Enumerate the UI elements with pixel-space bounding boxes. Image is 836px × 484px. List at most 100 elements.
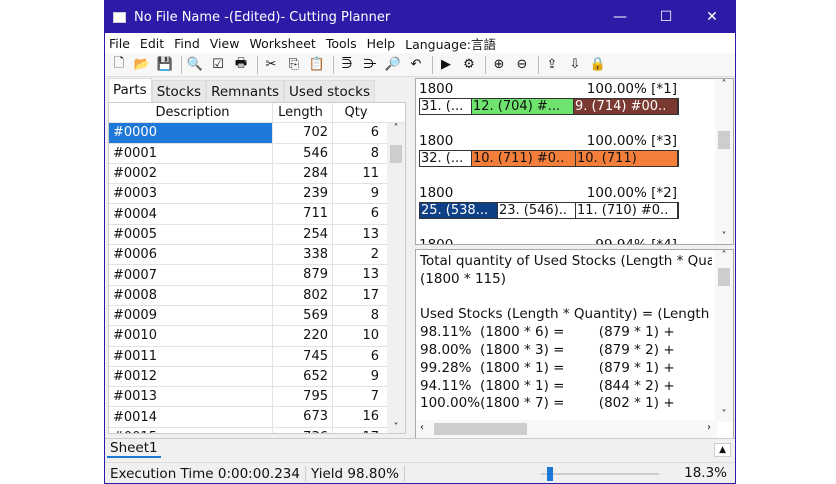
cut-icon[interactable]: ✂ [261,56,281,74]
cell-qty[interactable]: 17 [333,428,383,433]
cell-qty[interactable]: 6 [333,204,383,223]
cell-length[interactable]: 711 [273,204,333,224]
menu-view[interactable]: View [210,36,240,51]
cell-qty[interactable]: 13 [333,225,383,244]
cell-length[interactable]: 254 [273,224,333,245]
layout-block[interactable]: 1800 99.94% [*4] [419,237,719,244]
cell-length[interactable]: 745 [273,346,333,366]
table-row[interactable]: #0007 879 13 [109,265,405,286]
cell-qty[interactable]: 8 [333,144,383,163]
zoom-slider[interactable] [535,467,665,481]
minimize-button[interactable]: — [597,9,643,25]
cell-qty[interactable]: 8 [333,306,383,325]
layout-block[interactable]: 1800 100.00% [*3] 32. (... 10. (711) #0.. 10… [419,133,719,167]
cell-length[interactable]: 239 [273,184,333,204]
header-description[interactable]: Description [109,103,273,123]
bar-segment[interactable]: 32. (... [420,151,472,166]
table-row[interactable]: #0005 254 13 [109,224,405,246]
cell-qty[interactable]: 16 [333,407,383,426]
cell-description[interactable]: #0010 [109,326,273,346]
align-left-icon[interactable]: ⋽ [337,56,357,74]
sheet-tab[interactable]: Sheet1 [107,440,161,458]
cell-description[interactable]: #0001 [109,143,273,163]
bar-segment[interactable]: 25. (538... [420,203,498,218]
table-row[interactable]: #0010 220 10 [109,326,405,347]
check-icon[interactable]: ☑ [208,56,228,74]
report-hscrollbar[interactable]: ‹ › [416,420,717,438]
undo-icon[interactable]: ↶ [406,56,426,74]
import-icon[interactable]: ⇩ [565,56,585,74]
table-row[interactable]: #0012 652 9 [109,366,405,388]
menu-help[interactable]: Help [367,36,396,51]
table-row[interactable]: #0006 338 2 [109,245,405,266]
report-vscrollbar[interactable]: ˄ ˅ [715,250,733,422]
close-button[interactable]: ✕ [689,9,735,25]
find-icon[interactable]: 🔍 [185,56,205,74]
cell-qty[interactable]: 11 [333,164,383,183]
bar-segment[interactable]: 10. (711) [576,151,678,166]
parts-grid[interactable]: Description Length Qty #0000 702 6 #0001 546… [108,102,406,434]
cell-length[interactable]: 795 [273,387,333,407]
cell-length[interactable]: 569 [273,305,333,326]
cell-description[interactable]: #0004 [109,204,273,224]
bar-segment[interactable]: 11. (710) #0.. [576,203,678,218]
cell-qty[interactable]: 9 [333,184,383,203]
table-row[interactable]: #0013 795 7 [109,387,405,408]
table-row[interactable]: #0009 569 8 [109,305,405,327]
grid-scrollbar[interactable]: ˄ ˅ [387,123,405,433]
align-right-icon[interactable]: ⋺ [360,56,380,74]
layout-block[interactable]: 1800 100.00% [*2] 25. (538... 23. (546).. 11… [419,185,719,219]
table-row[interactable]: #0001 546 8 [109,143,405,164]
bar-segment[interactable]: 31. (... [420,99,472,114]
bar-segment[interactable]: 12. (704) #... [472,99,574,114]
export-icon[interactable]: ⇪ [542,56,562,74]
copy-icon[interactable]: ⎘ [284,56,304,74]
print-icon[interactable]: 🖶 [231,56,251,74]
cell-qty[interactable]: 6 [333,347,383,366]
lock-icon[interactable]: 🔒 [588,56,608,74]
bar-segment[interactable]: 23. (546).. [498,203,576,218]
scroll-up-button[interactable]: ▲ [714,443,731,457]
tab-parts[interactable]: Parts [108,78,152,102]
menu-worksheet[interactable]: Worksheet [249,36,315,51]
menu-find[interactable]: Find [174,36,200,51]
search-icon[interactable]: 🔎 [383,56,403,74]
tab-remnants[interactable]: Remnants [206,80,285,102]
cell-length[interactable]: 220 [273,326,333,346]
save-icon[interactable]: 💾 [155,56,175,74]
new-icon[interactable]: 🗋 [109,56,129,74]
cell-length[interactable]: 652 [273,366,333,387]
cell-description[interactable]: #0014 [109,407,273,427]
cell-length[interactable]: 802 [273,285,333,305]
bar-segment[interactable]: 10. (711) #0.. [472,151,576,166]
cell-length[interactable]: 702 [273,123,333,143]
table-row[interactable]: #0014 673 16 [109,407,405,428]
table-row[interactable]: #0004 711 6 [109,204,405,225]
cell-description[interactable]: #0009 [109,305,273,326]
menu-language[interactable]: Language:言語 [405,34,496,53]
layout-block[interactable]: 1800 100.00% [*1] 31. (... 12. (704) #... 9.… [419,81,719,115]
cell-qty[interactable]: 17 [333,286,383,305]
cell-qty[interactable]: 6 [333,123,383,142]
zoom-in-icon[interactable]: ⊕ [489,56,509,74]
cell-description[interactable]: #0007 [109,265,273,285]
maximize-button[interactable]: ☐ [643,9,689,25]
table-row[interactable]: #001573617 [109,427,405,433]
run-icon[interactable]: ▶ [436,56,456,74]
bar-segment[interactable]: 9. (714) #00.. [574,99,678,114]
cell-description[interactable]: #0006 [109,245,273,265]
table-row[interactable]: #0011 745 6 [109,346,405,367]
header-length[interactable]: Length [273,103,333,123]
table-row[interactable]: #0000 702 6 [109,123,405,144]
cell-qty[interactable]: 10 [333,326,383,345]
cell-description[interactable]: #0003 [109,184,273,204]
cell-length[interactable]: 673 [273,407,333,427]
tab-used-stocks[interactable]: Used stocks [284,80,375,102]
menu-file[interactable]: File [109,36,130,51]
cell-description[interactable]: #0002 [109,163,273,184]
menu-edit[interactable]: Edit [140,36,164,51]
cell-description[interactable]: #0005 [109,224,273,245]
table-row[interactable]: #0002 284 11 [109,163,405,185]
cell-length[interactable]: 284 [273,163,333,184]
table-row[interactable]: #0008 802 17 [109,285,405,306]
